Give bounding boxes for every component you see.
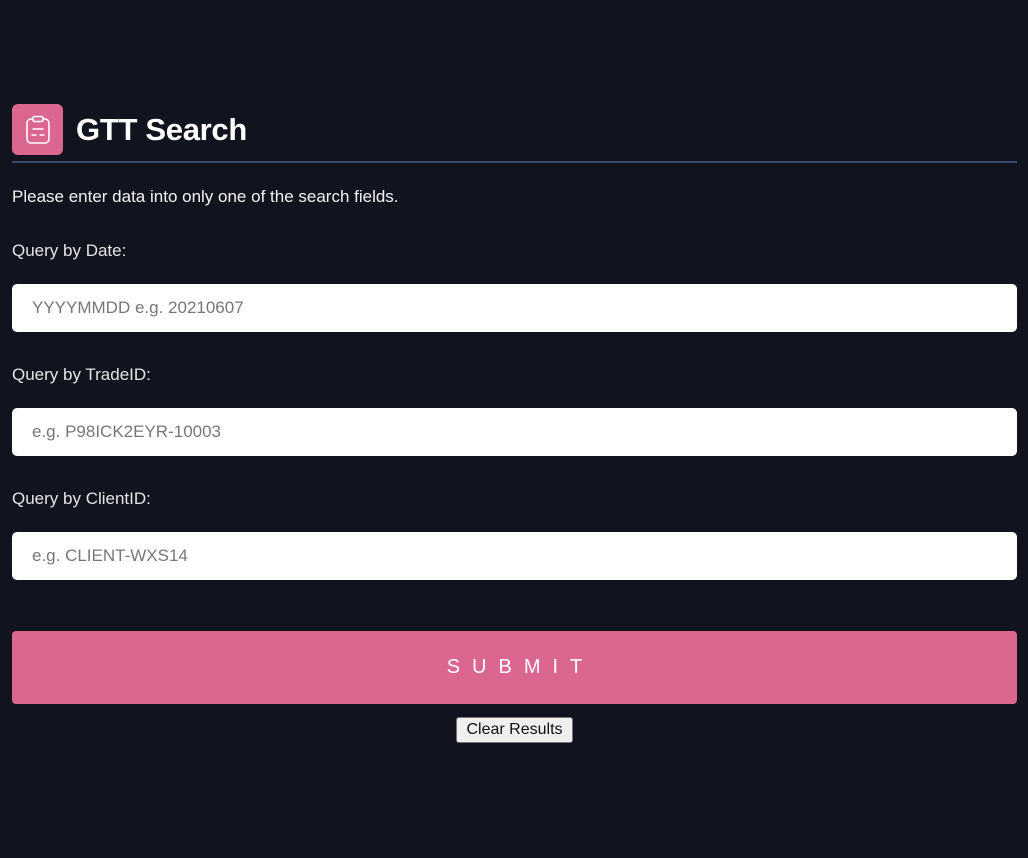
date-field-label: Query by Date: (12, 241, 127, 260)
page-title: GTT Search (76, 111, 247, 147)
client-id-search-input[interactable] (12, 532, 1017, 580)
page-header: GTT Search (12, 104, 1017, 155)
client-id-field-label: Query by ClientID: (12, 489, 151, 508)
instructions-text: Please enter data into only one of the s… (12, 187, 399, 206)
app-logo (12, 104, 63, 155)
clear-results-button[interactable]: Clear Results (456, 717, 573, 743)
trade-id-search-input[interactable] (12, 408, 1017, 456)
header-divider (12, 161, 1017, 163)
trade-id-field-label: Query by TradeID: (12, 365, 151, 384)
date-search-input[interactable] (12, 284, 1017, 332)
gtt-search-page: GTT Search Please enter data into only o… (0, 0, 1028, 858)
clipboard-icon (25, 115, 50, 144)
submit-button[interactable]: SUBMIT (12, 631, 1017, 704)
clear-results-container: Clear Results (12, 717, 1017, 743)
